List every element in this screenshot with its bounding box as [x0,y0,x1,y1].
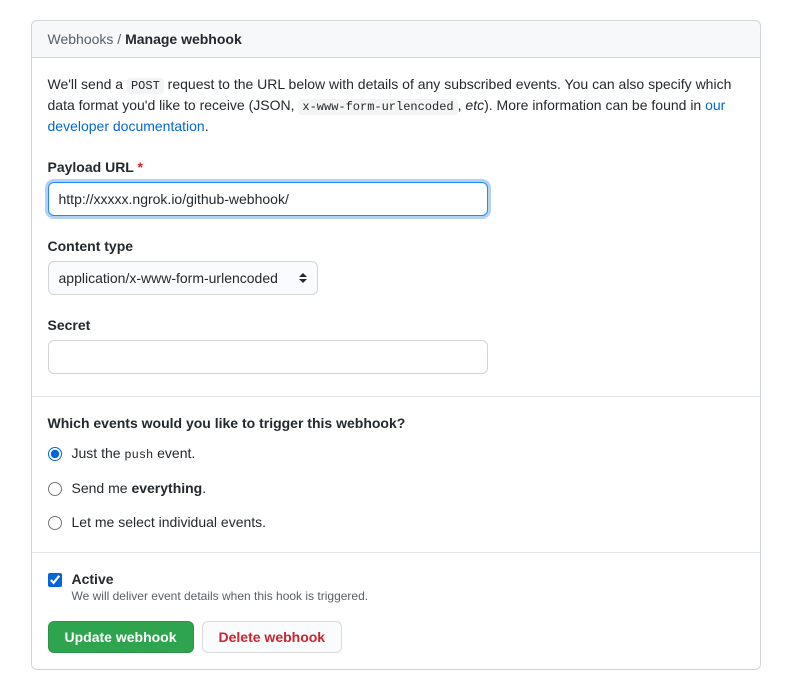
active-checkbox[interactable] [48,573,62,587]
events-label-individual[interactable]: Let me select individual events. [72,514,267,530]
intro-code-post: POST [127,78,164,94]
breadcrumb-parent: Webhooks / [48,31,126,47]
active-description: We will deliver event details when this … [72,589,369,603]
payload-url-label: Payload URL * [48,159,744,175]
label-seg: Just the [72,445,125,461]
select-value: application/x-www-form-urlencoded [59,270,278,286]
update-webhook-button[interactable]: Update webhook [48,621,194,653]
content-type-select[interactable]: application/x-www-form-urlencoded [48,261,318,295]
events-radio-individual[interactable] [48,516,62,530]
label-seg: event. [153,445,195,461]
label-seg: Send me [72,480,132,496]
webhook-panel: Webhooks / Manage webhook We'll send a P… [31,20,761,670]
breadcrumb-current: Manage webhook [125,31,242,47]
events-radio-everything[interactable] [48,482,62,496]
intro-code-enc: x-www-form-urlencoded [298,99,457,115]
events-radio-push[interactable] [48,447,62,461]
label-seg: . [202,480,206,496]
select-caret-icon [299,273,307,283]
secret-label: Secret [48,317,744,333]
content-type-label: Content type [48,238,744,254]
label-text: Payload URL [48,159,134,175]
active-label[interactable]: Active [72,571,369,587]
delete-webhook-button[interactable]: Delete webhook [202,621,343,653]
intro-seg: ). More information can be found in [484,97,705,113]
intro-text: We'll send a POST request to the URL bel… [48,74,744,137]
intro-seg: . [205,118,209,134]
events-label-everything[interactable]: Send me everything. [72,480,207,496]
panel-header: Webhooks / Manage webhook [32,21,760,58]
events-heading: Which events would you like to trigger t… [48,415,744,431]
events-label-push[interactable]: Just the push event. [72,445,196,462]
payload-url-input[interactable] [48,182,488,216]
divider [32,552,760,553]
intro-seg: We'll send a [48,76,127,92]
label-code-push: push [124,448,153,462]
divider [32,396,760,397]
intro-etc: etc [465,97,484,113]
label-strong: everything [131,480,202,496]
required-star-icon: * [138,159,143,175]
secret-input[interactable] [48,340,488,374]
